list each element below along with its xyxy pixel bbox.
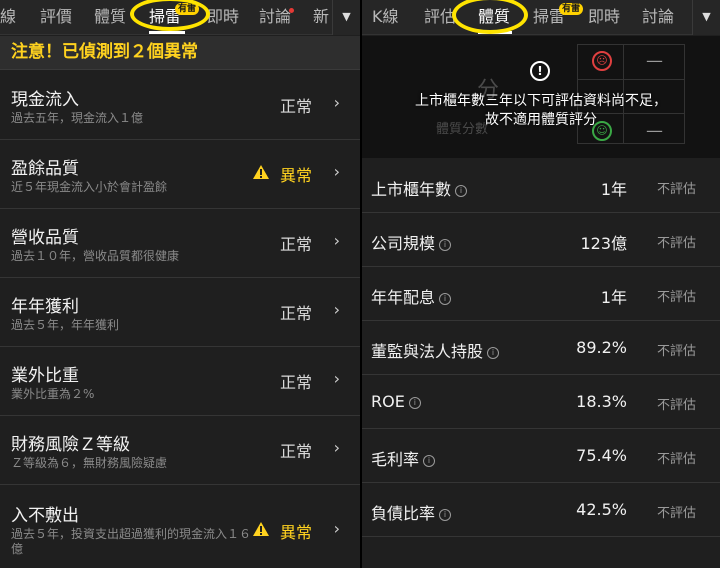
- info-icon[interactable]: i: [439, 239, 452, 251]
- scan-item[interactable]: 入不敷出 過去５年，投資支出超過獲利的現金流入１６億 異常 ›: [0, 485, 360, 568]
- metric-label: 董監與法人持股: [371, 342, 484, 361]
- chevron-right-icon: ›: [333, 519, 340, 538]
- more-tabs-button[interactable]: ▼: [332, 0, 360, 35]
- anomaly-alert: 注意！已偵測到２個異常: [0, 36, 360, 70]
- metric-value: 18.3%: [576, 392, 627, 411]
- metric-evaluation: 不評估: [656, 398, 696, 413]
- metric-value: 123億: [580, 234, 627, 253]
- info-icon[interactable]: i: [439, 509, 452, 521]
- chevron-right-icon: ›: [333, 162, 340, 181]
- scan-item[interactable]: 財務風險Ｚ等級 Ｚ等級為６，無財務風險疑慮 正常 ›: [0, 416, 360, 485]
- metric-evaluation: 不評估: [656, 452, 696, 467]
- metric-label: 上市櫃年數: [371, 180, 452, 199]
- info-icon[interactable]: i: [455, 185, 468, 197]
- tab-realtime[interactable]: 即時: [588, 0, 620, 35]
- metric-evaluation: 不評估: [656, 236, 696, 251]
- info-icon: !: [530, 61, 550, 81]
- metric-row[interactable]: 董監與法人持股 i 89.2% 不評估: [362, 321, 720, 375]
- more-tabs-button[interactable]: ▼: [692, 0, 720, 35]
- scan-item[interactable]: 現金流入 過去五年，現金流入１億 正常 ›: [0, 71, 360, 140]
- info-icon[interactable]: i: [423, 455, 436, 467]
- chevron-right-icon: ›: [333, 438, 340, 457]
- not-applicable-message: 上市櫃年數三年以下可評估資料尚不足， 故不適用體質評分: [415, 93, 667, 128]
- status-label: 正常: [279, 373, 312, 392]
- metric-evaluation: 不評估: [656, 344, 696, 359]
- info-icon[interactable]: i: [487, 347, 500, 359]
- metric-evaluation: 不評估: [656, 506, 696, 521]
- chevron-right-icon: ›: [333, 369, 340, 388]
- scan-item-subtitle: 近５年現金流入小於會計盈餘: [11, 180, 168, 194]
- tab-bar: K線 評估 體質 掃雷 有雷 即時 討論 ▼: [362, 0, 720, 35]
- tab-valuation[interactable]: 評價: [40, 0, 72, 35]
- notification-dot: [289, 8, 295, 13]
- scan-item-title: 營收品質: [11, 228, 79, 248]
- scan-item-title: 財務風險Ｚ等級: [11, 435, 130, 455]
- metric-row[interactable]: 負債比率 i 42.5% 不評估: [362, 483, 720, 537]
- metric-label: 公司規模: [371, 234, 436, 253]
- scan-item[interactable]: 營收品質 過去１０年，營收品質都很健康 正常 ›: [0, 209, 360, 278]
- chevron-down-icon: ▼: [702, 10, 711, 23]
- metric-value: 75.4%: [576, 446, 627, 465]
- scan-item[interactable]: 業外比重 業外比重為２% 正常 ›: [0, 347, 360, 416]
- tab-kline[interactable]: K線: [372, 0, 399, 35]
- chevron-right-icon: ›: [333, 93, 340, 112]
- warning-icon: [253, 522, 269, 536]
- metric-row[interactable]: 毛利率 i 75.4% 不評估: [362, 429, 720, 483]
- health-panel: K線 評估 體質 掃雷 有雷 即時 討論 ▼ 分 體質分數 ☹ — ☺ — ! 上…: [362, 0, 720, 568]
- metric-row[interactable]: 公司規模 i 123億 不評估: [362, 213, 720, 267]
- status-label: 異常: [279, 166, 312, 185]
- metric-row[interactable]: 年年配息 i 1年 不評估: [362, 267, 720, 321]
- scan-panel: 線 評價 體質 掃雷 有雷 即時 討論 新 ▼ 注意！已偵測到２個異常 現金流入 …: [0, 0, 360, 568]
- status-label: 正常: [279, 97, 312, 116]
- metric-value: 89.2%: [576, 338, 627, 357]
- metric-value: 42.5%: [576, 500, 627, 519]
- status-label: 正常: [279, 442, 312, 461]
- scan-item[interactable]: 盈餘品質 近５年現金流入小於會計盈餘 異常 ›: [0, 140, 360, 209]
- chevron-right-icon: ›: [333, 231, 340, 250]
- tab-kline[interactable]: 線: [0, 0, 16, 35]
- scan-item-subtitle: Ｚ等級為６，無財務風險疑慮: [11, 456, 168, 470]
- scan-item-title: 現金流入: [11, 90, 79, 110]
- scan-item-subtitle: 過去１０年，營收品質都很健康: [11, 249, 180, 263]
- tab-evaluation[interactable]: 評估: [424, 0, 456, 35]
- info-icon[interactable]: i: [439, 293, 452, 305]
- dash-icon: —: [646, 51, 663, 71]
- chevron-down-icon: ▼: [342, 10, 351, 23]
- health-score-header: 分 體質分數 ☹ — ☺ — ! 上市櫃年數三年以下可評估資料尚不足， 故不適用…: [362, 36, 720, 158]
- metric-label: ROE: [371, 392, 405, 411]
- metric-label: 毛利率: [371, 450, 420, 469]
- metric-evaluation: 不評估: [656, 182, 696, 197]
- scan-item[interactable]: 年年獲利 過去５年，年年獲利 正常 ›: [0, 278, 360, 347]
- info-icon[interactable]: i: [408, 397, 421, 409]
- scan-item-title: 入不敷出: [11, 506, 79, 526]
- status-label: 正常: [279, 235, 312, 254]
- scan-item-subtitle: 業外比重為２%: [11, 387, 95, 401]
- warning-icon: [253, 165, 269, 179]
- sad-face-icon: ☹: [592, 51, 612, 71]
- metric-row[interactable]: ROE i 18.3% 不評估: [362, 375, 720, 429]
- metric-evaluation: 不評估: [656, 290, 696, 305]
- status-label: 正常: [279, 304, 312, 323]
- scan-item-title: 盈餘品質: [11, 159, 79, 179]
- scan-item-title: 年年獲利: [11, 297, 79, 317]
- metric-row[interactable]: 上市櫃年數 i 1年 不評估: [362, 159, 720, 213]
- tab-scan[interactable]: 掃雷 有雷: [533, 0, 584, 35]
- mine-badge: 有雷: [559, 3, 584, 15]
- chevron-right-icon: ›: [333, 300, 340, 319]
- metric-label: 年年配息: [371, 288, 436, 307]
- tab-discussion[interactable]: 討論: [259, 0, 295, 35]
- scan-item-title: 業外比重: [11, 366, 79, 386]
- tab-health[interactable]: 體質: [94, 0, 126, 35]
- scan-item-subtitle: 過去五年，現金流入１億: [11, 111, 144, 125]
- status-label: 異常: [279, 523, 312, 542]
- metric-value: 1年: [600, 180, 627, 199]
- metric-value: 1年: [600, 288, 627, 307]
- tab-realtime[interactable]: 即時: [207, 0, 239, 35]
- tab-news[interactable]: 新: [313, 0, 329, 35]
- scan-item-subtitle: 過去５年，投資支出超過獲利的現金流入１６億: [11, 527, 252, 556]
- metric-label: 負債比率: [371, 504, 436, 523]
- active-tab-indicator: [149, 31, 185, 34]
- scan-item-subtitle: 過去５年，年年獲利: [11, 318, 120, 332]
- tab-discussion[interactable]: 討論: [642, 0, 674, 35]
